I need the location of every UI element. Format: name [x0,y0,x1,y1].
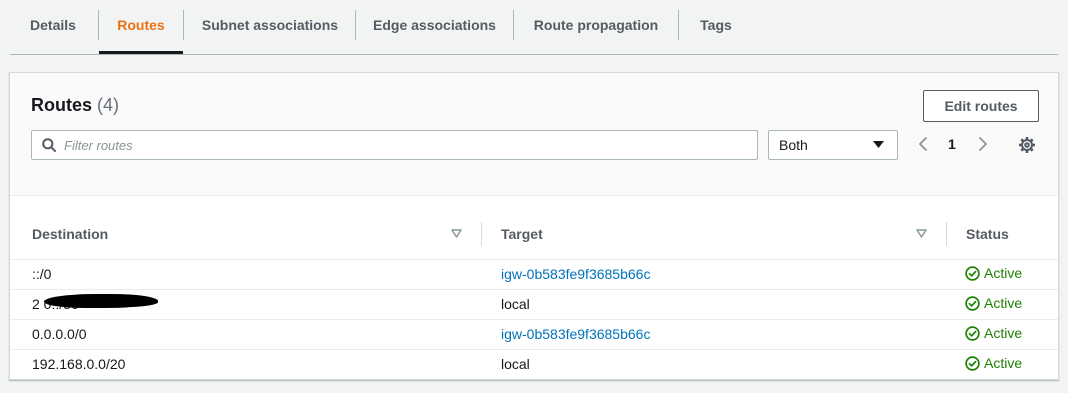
table-row[interactable]: ::/0 igw-0b583fe9f3685b66c Active [10,259,1058,290]
sort-icon[interactable] [451,229,462,239]
filter-routes-field[interactable] [31,130,758,160]
status-success-icon [965,266,980,281]
status-cell: Active [965,355,1022,371]
route-count: (4) [97,95,120,115]
target-link[interactable]: igw-0b583fe9f3685b66c [501,326,650,342]
tab-route-propagation[interactable]: Route propagation [514,10,678,40]
active-tab-indicator [99,51,183,54]
target-cell: local [501,296,530,312]
table-header: Destination Target Status [10,209,1058,260]
status-text: Active [984,325,1023,341]
column-header-status[interactable]: Status [966,226,1009,242]
column-header-destination[interactable]: Destination [32,226,108,242]
target-cell: local [501,356,530,372]
destination-cell: ::/0 [32,266,52,282]
panel-header: Routes (4) Edit routes Both 1 [10,73,1058,196]
destination-cell: 0.0.0.0/0 [32,326,87,342]
edit-routes-button[interactable]: Edit routes [923,90,1039,122]
filter-routes-input[interactable] [64,131,744,159]
tab-details[interactable]: Details [10,10,96,40]
chevron-right-icon[interactable] [975,135,991,153]
tab-routes[interactable]: Routes [99,10,183,40]
search-icon [42,138,56,152]
select-value: Both [779,137,808,153]
destination-cell: 192.168.0.0/20 [32,356,126,372]
tab-tags[interactable]: Tags [679,10,753,40]
panel-title: Routes (4) [31,95,119,116]
gear-icon[interactable] [1018,136,1036,154]
status-cell: Active [965,325,1022,341]
column-resizer[interactable] [481,222,482,246]
caret-down-icon [873,141,884,148]
target-link[interactable]: igw-0b583fe9f3685b66c [501,266,650,282]
status-cell: Active [965,295,1022,311]
column-header-target[interactable]: Target [501,226,543,242]
table-row[interactable]: 192.168.0.0/20 local Active [10,349,1058,379]
status-text: Active [984,355,1023,371]
panel-title-text: Routes [31,95,93,115]
table-row[interactable]: 0.0.0.0/0 igw-0b583fe9f3685b66c Active [10,319,1058,350]
table-row[interactable]: 2 0::/56 local Active [10,289,1058,320]
chevron-left-icon[interactable] [915,135,931,153]
routes-panel: Routes (4) Edit routes Both 1 [9,72,1059,380]
sort-icon[interactable] [916,229,927,239]
current-page[interactable]: 1 [948,136,956,152]
tab-bar: Details Routes Subnet associations Edge … [10,0,1058,55]
tab-subnet-associations[interactable]: Subnet associations [184,10,356,40]
route-type-select[interactable]: Both [768,130,898,160]
column-resizer[interactable] [946,222,947,246]
status-text: Active [984,295,1023,311]
status-success-icon [965,326,980,341]
status-text: Active [984,265,1023,281]
status-success-icon [965,296,980,311]
status-success-icon [965,356,980,371]
redaction-mark [44,294,158,308]
tab-edge-associations[interactable]: Edge associations [356,10,513,40]
status-cell: Active [965,265,1022,281]
